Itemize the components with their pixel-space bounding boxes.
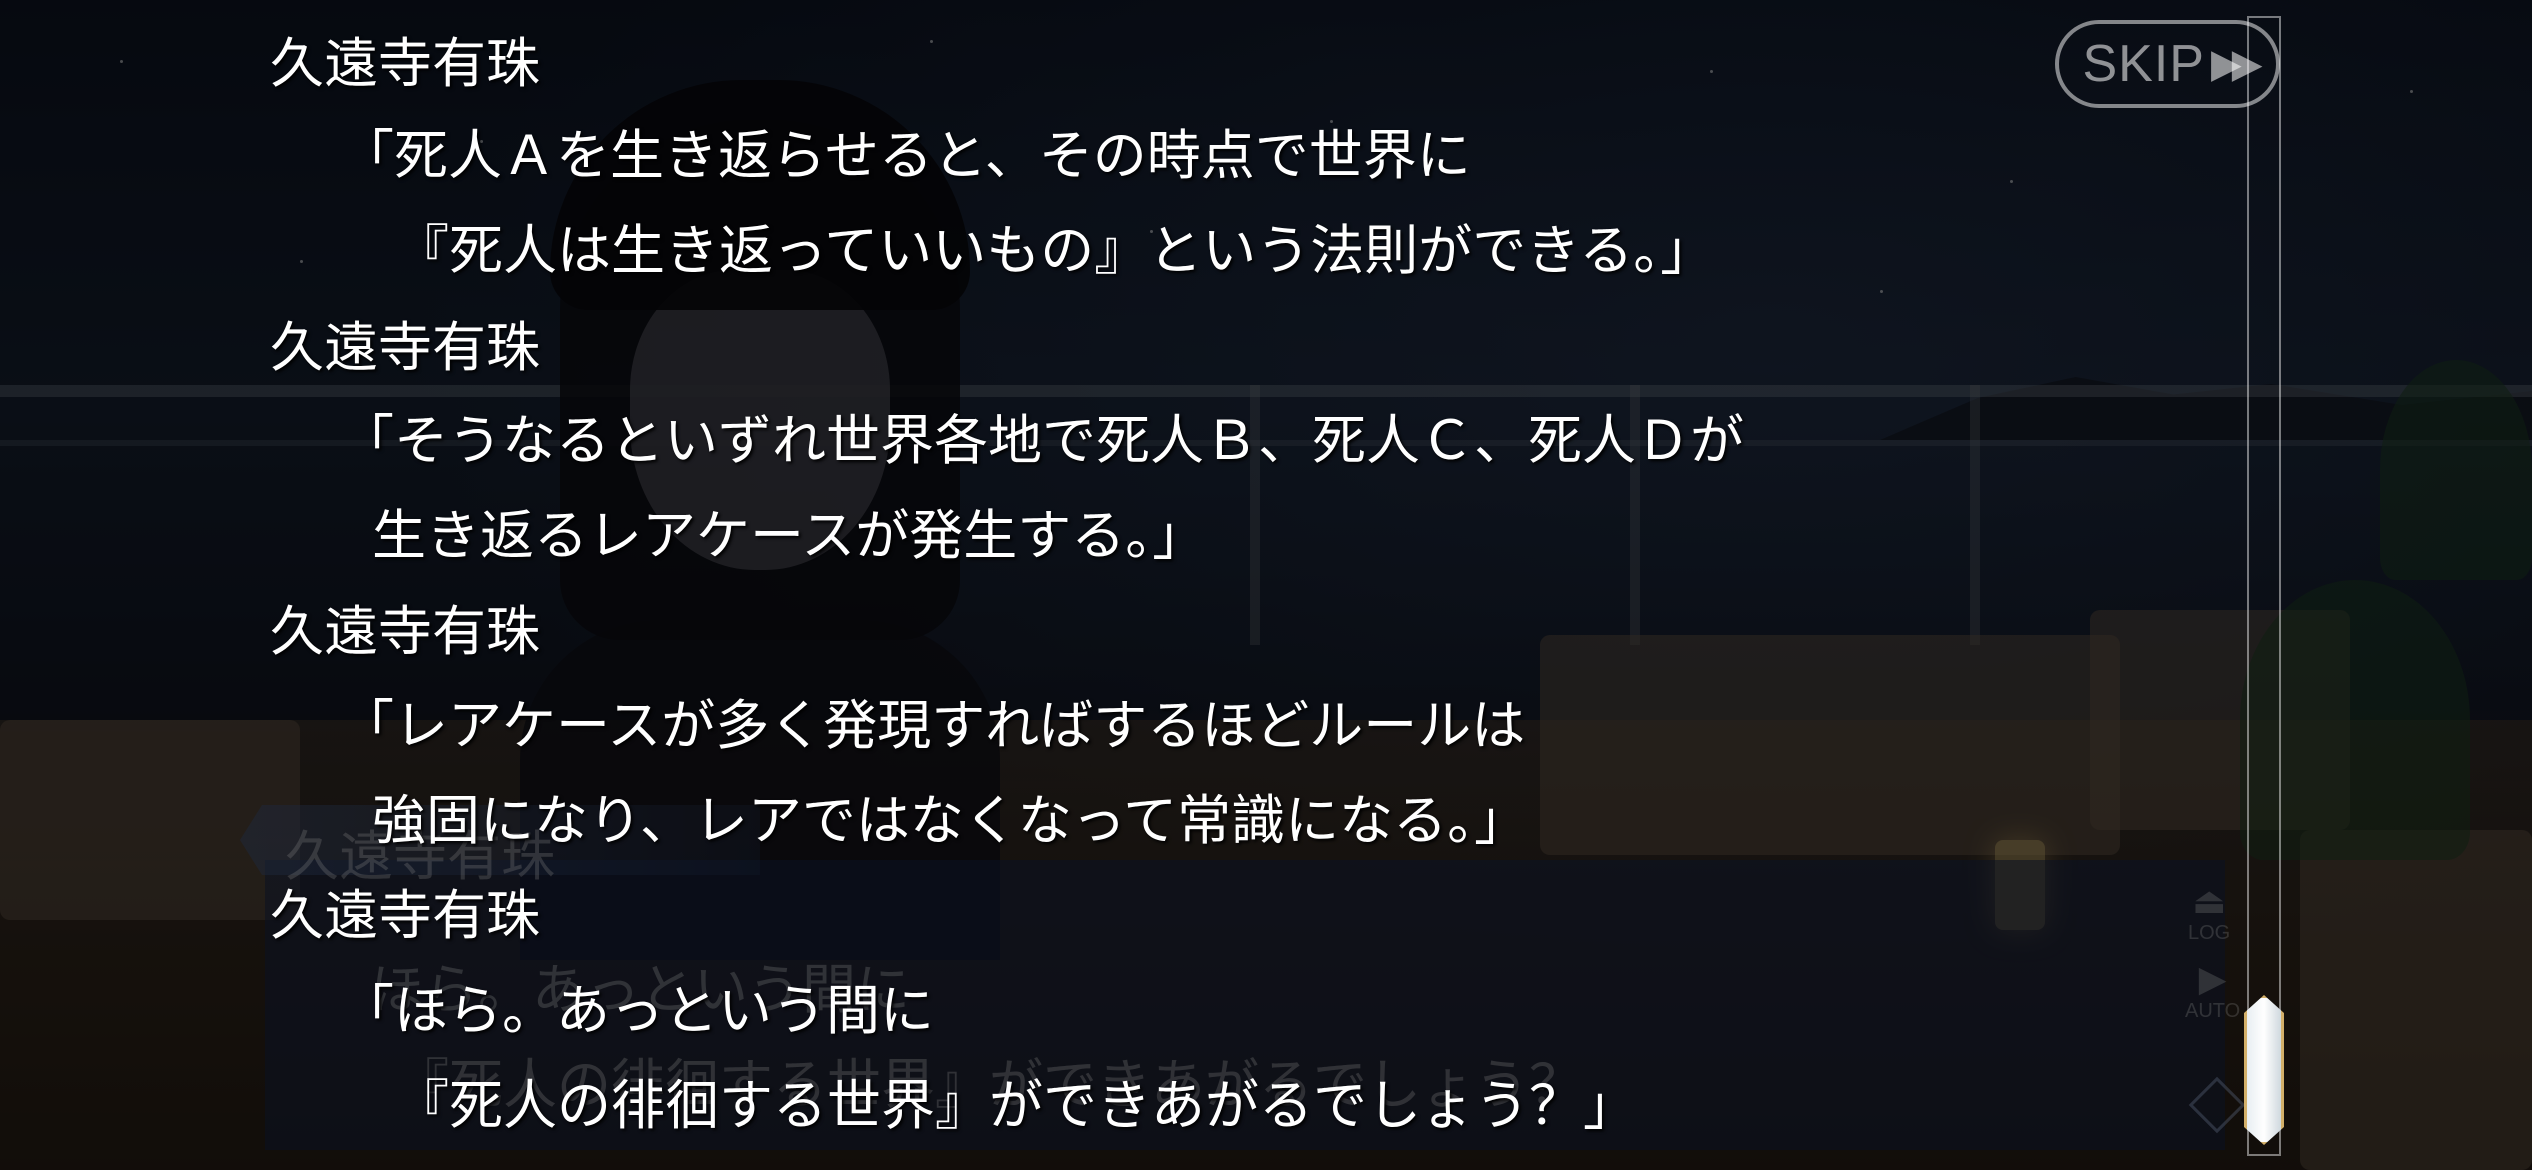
log-line: 生き返るレアケースが発生する。」 — [372, 504, 1207, 567]
log-line: 「死人Ａを生き返らせると、その時点で世界に — [340, 124, 1471, 187]
log-speaker: 久遠寺有珠 — [270, 600, 540, 663]
log-speaker: 久遠寺有珠 — [270, 884, 540, 947]
log-speaker: 久遠寺有珠 — [270, 316, 540, 379]
log-speaker: 久遠寺有珠 — [270, 32, 540, 95]
log-scrollbar-thumb[interactable] — [2244, 995, 2284, 1145]
log-line: 「そうなるといずれ世界各地で死人Ｂ、死人Ｃ、死人Ｄが — [340, 409, 1744, 472]
log-line: 「ほら。あっという間に — [340, 979, 934, 1042]
log-line: 『死人の徘徊する世界』ができあがるでしょう？」 — [395, 1074, 1637, 1137]
log-scrollbar-track[interactable] — [2247, 16, 2281, 1156]
log-line: 強固になり、レアではなくなって常識になる。」 — [372, 789, 1529, 852]
skip-label: SKIP — [2082, 35, 2205, 93]
log-line: 『死人は生き返っていいもの』という法則ができる。」 — [395, 219, 1715, 282]
log-line: 「レアケースが多く発現すればするほどルールは — [340, 694, 1526, 757]
